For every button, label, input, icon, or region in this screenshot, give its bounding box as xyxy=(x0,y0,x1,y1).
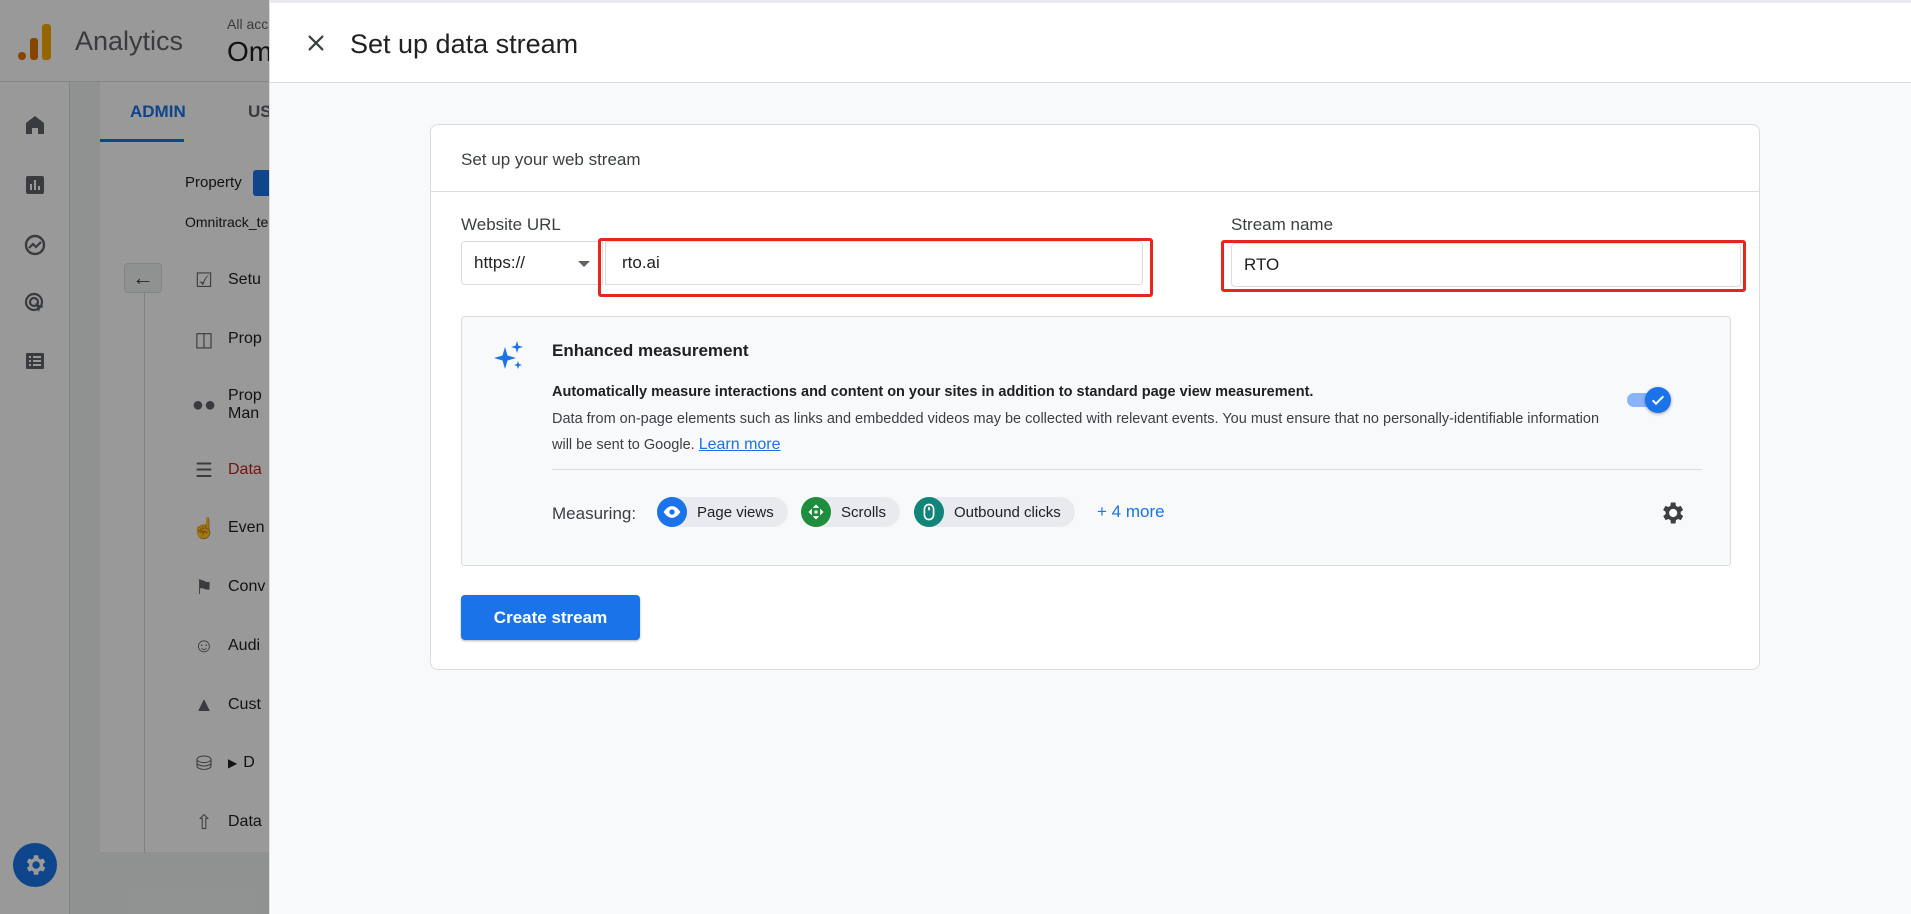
website-url-input[interactable] xyxy=(605,241,1143,285)
enhanced-measurement-summary: Automatically measure interactions and c… xyxy=(552,384,1314,400)
close-icon[interactable] xyxy=(302,29,330,57)
mouse-icon xyxy=(914,497,944,527)
chip-page-views[interactable]: Page views xyxy=(657,497,788,527)
section-divider xyxy=(552,469,1702,470)
create-stream-button[interactable]: Create stream xyxy=(461,595,640,640)
setup-data-stream-dialog: Set up data stream Set up your web strea… xyxy=(269,0,1911,914)
settings-gear-icon[interactable] xyxy=(1658,499,1686,527)
modal-scrim[interactable] xyxy=(0,0,269,914)
sparkle-icon xyxy=(494,341,523,369)
stream-name-label: Stream name xyxy=(1231,215,1334,234)
learn-more-link[interactable]: Learn more xyxy=(699,436,781,453)
enhanced-measurement-title: Enhanced measurement xyxy=(552,341,749,360)
enhanced-measurement-description: Data from on-page elements such as links… xyxy=(552,411,1600,453)
chip-scrolls[interactable]: Scrolls xyxy=(801,497,901,527)
website-url-label: Website URL xyxy=(461,215,561,234)
dialog-header: Set up data stream xyxy=(270,0,1911,83)
chip-outbound-clicks[interactable]: Outbound clicks xyxy=(914,497,1075,527)
screen: Analytics All acc Om ADMIN US Property O… xyxy=(0,0,1911,914)
dropdown-arrow-icon xyxy=(578,261,590,267)
eye-icon xyxy=(657,497,687,527)
card-title: Set up your web stream xyxy=(461,150,641,169)
url-scheme-select[interactable]: https:// xyxy=(461,241,603,285)
stream-name-input[interactable] xyxy=(1231,243,1741,287)
web-stream-card: Set up your web stream Website URL https… xyxy=(430,124,1760,670)
dialog-title: Set up data stream xyxy=(350,29,579,59)
enhanced-measurement-section: Enhanced measurement Automatically measu… xyxy=(461,316,1731,566)
card-header: Set up your web stream xyxy=(431,125,1759,192)
measuring-label: Measuring: xyxy=(552,504,637,523)
checkmark-icon xyxy=(1645,387,1671,413)
scroll-icon xyxy=(801,497,831,527)
more-measurements-link[interactable]: + 4 more xyxy=(1097,502,1165,522)
url-scheme-value: https:// xyxy=(474,253,526,272)
enhanced-measurement-toggle[interactable] xyxy=(1625,387,1671,413)
